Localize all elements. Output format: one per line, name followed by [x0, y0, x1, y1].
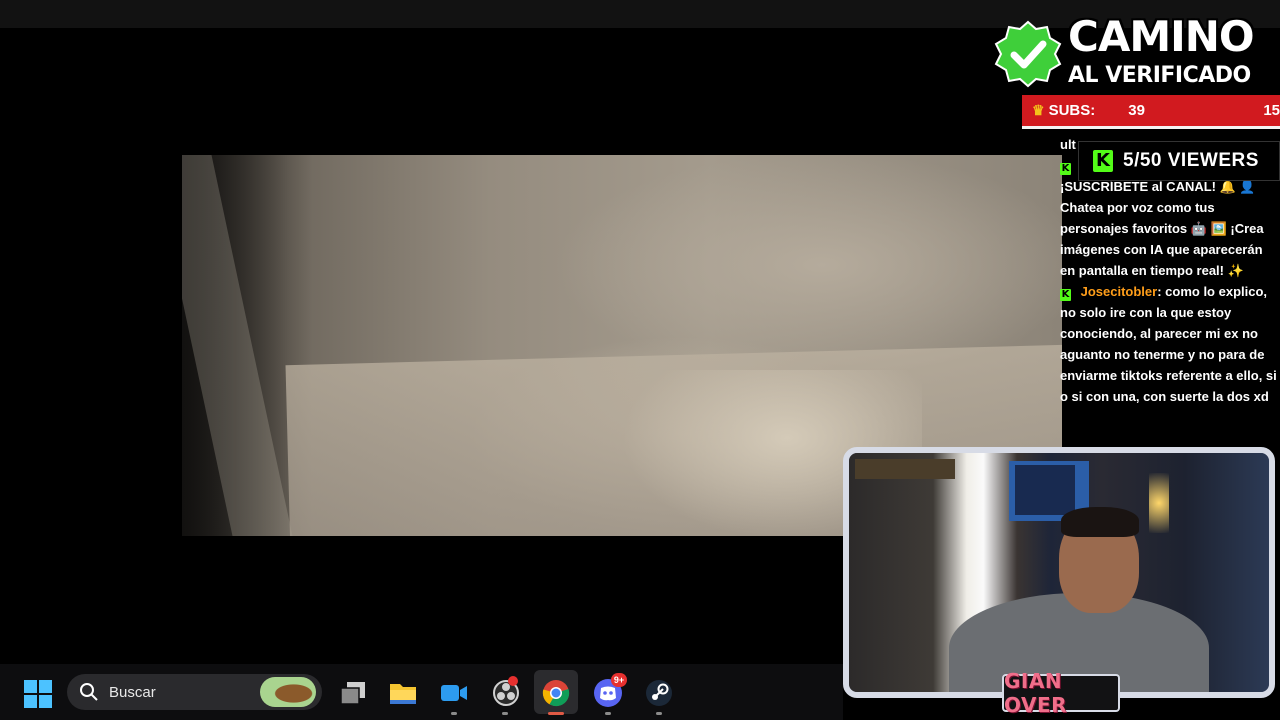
video-app-icon[interactable] — [439, 678, 469, 708]
file-explorer-icon[interactable] — [388, 678, 418, 708]
subs-current: 39 — [1128, 102, 1145, 119]
steam-running-indicator — [656, 712, 662, 715]
verified-badge-icon — [994, 20, 1062, 88]
search-placeholder: Buscar — [109, 683, 156, 701]
lights — [1149, 473, 1169, 533]
streamer-name: GIAN OVER — [1004, 669, 1068, 717]
chat-message: K Josecitobler: como lo explico, no solo… — [1060, 281, 1278, 407]
kick-icon: K — [1060, 163, 1071, 175]
chat-username: Josecitobler — [1080, 284, 1158, 299]
overlay-title: CAMINO — [1068, 12, 1255, 61]
poster-inner — [1015, 465, 1075, 515]
subs-goal: 15 — [1263, 102, 1280, 119]
task-view-icon[interactable] — [338, 678, 368, 708]
viewers-counter: K 5/50 VIEWERS — [1078, 141, 1280, 181]
discord-notification-badge: 9+ — [611, 673, 627, 687]
obs-running-indicator — [502, 712, 508, 715]
crown-icon: ♛ — [1032, 102, 1045, 118]
streamer-nameplate: GIAN OVER — [1002, 669, 1120, 717]
viewers-text: 5/50 VIEWERS — [1123, 150, 1259, 171]
streamer-hair — [1061, 507, 1139, 537]
video-app-running-indicator — [451, 712, 457, 715]
search-icon — [80, 683, 98, 701]
kick-logo-icon: K — [1093, 150, 1113, 172]
search-box[interactable]: Buscar — [67, 674, 322, 710]
discord-running-indicator — [605, 712, 611, 715]
windows-start-icon[interactable] — [24, 680, 52, 708]
steam-icon[interactable] — [644, 678, 674, 708]
webcam-feed — [849, 453, 1269, 692]
kick-icon: K — [1060, 289, 1071, 301]
overlay-subtitle: AL VERIFICADO — [1068, 63, 1251, 88]
obs-recording-indicator — [508, 676, 518, 686]
subs-label: SUBS: — [1048, 102, 1096, 119]
search-highlight-hedgehog-icon — [260, 677, 316, 707]
subs-goal-bar: ♛ SUBS: 39 15 — [1022, 95, 1280, 129]
chat-message-text: : como lo explico, no solo ire con la qu… — [1060, 284, 1277, 404]
taskbar: Buscar 9+ — [0, 664, 843, 720]
shelf — [855, 459, 955, 479]
chrome-icon[interactable] — [541, 678, 571, 708]
chat-promo-text: ¡SUSCRÍBETE al CANAL! 🔔 👤 Chatea por voz… — [1060, 179, 1264, 278]
webcam-frame — [843, 447, 1275, 698]
chrome-active-indicator — [548, 712, 564, 715]
